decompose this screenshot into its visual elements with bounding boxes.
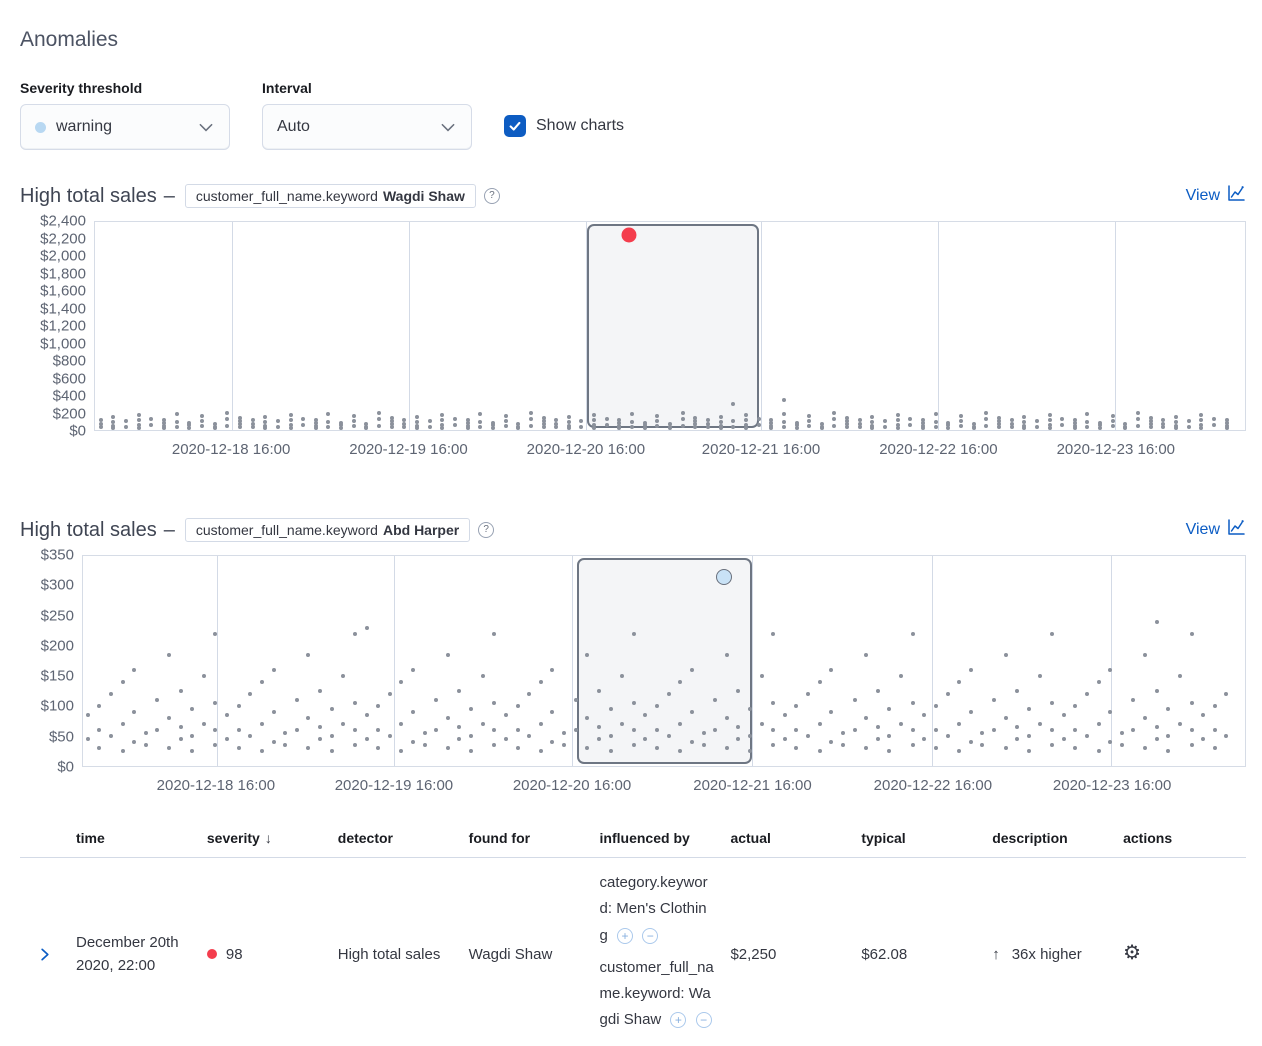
view-series-button[interactable]: View bbox=[1186, 185, 1246, 207]
interval-label: Interval bbox=[262, 80, 472, 96]
column-header-typical[interactable]: typical bbox=[853, 830, 984, 846]
table-row: December 20th 2020, 22:00 98 High total … bbox=[20, 858, 1246, 1046]
view-chart-icon bbox=[1227, 185, 1246, 207]
filter-minus-icon[interactable]: − bbox=[696, 1012, 712, 1028]
view-label: View bbox=[1186, 187, 1220, 205]
entity-badge: customer_full_name.keyword Wagdi Shaw bbox=[185, 184, 476, 208]
sort-desc-icon: ↓ bbox=[265, 830, 272, 846]
show-charts-label: Show charts bbox=[536, 117, 624, 135]
chart-title-separator: – bbox=[164, 185, 175, 208]
severity-threshold-label: Severity threshold bbox=[20, 80, 230, 96]
column-header-severity[interactable]: severity↓ bbox=[199, 830, 330, 846]
anomalies-table: time severity↓ detector found for influe… bbox=[20, 824, 1246, 1046]
severity-threshold-select[interactable]: warning bbox=[20, 104, 230, 150]
chart-title: High total sales bbox=[20, 185, 157, 208]
anomaly-marker-warning[interactable] bbox=[716, 569, 732, 585]
chart-plot-area[interactable] bbox=[94, 221, 1246, 431]
table-header-row: time severity↓ detector found for influe… bbox=[20, 824, 1246, 858]
anomaly-chart-wagdi-shaw: High total sales – customer_full_name.ke… bbox=[20, 184, 1246, 462]
actions-cell: ⚙ bbox=[1115, 943, 1246, 967]
column-header-detector[interactable]: detector bbox=[330, 830, 461, 846]
page-title: Anomalies bbox=[20, 28, 1246, 52]
actual-cell: $2,250 bbox=[722, 944, 853, 967]
view-label: View bbox=[1186, 521, 1220, 539]
chart-title: High total sales bbox=[20, 519, 157, 542]
view-chart-icon bbox=[1227, 519, 1246, 541]
anomaly-marker-critical[interactable] bbox=[621, 228, 636, 243]
x-axis: 2020-12-18 16:002020-12-19 16:002020-12-… bbox=[94, 438, 1246, 462]
entity-field: customer_full_name.keyword bbox=[196, 188, 378, 204]
y-axis: $0$200$400$600$800$1,000$1,200$1,400$1,6… bbox=[20, 221, 94, 431]
chart-plot-area[interactable] bbox=[82, 555, 1246, 767]
description-cell: ↑36x higher bbox=[984, 944, 1115, 967]
chevron-down-icon bbox=[439, 118, 457, 136]
severity-cell: 98 bbox=[199, 944, 330, 967]
column-header-influenced-by[interactable]: influenced by bbox=[592, 830, 723, 846]
severity-threshold-field: Severity threshold warning bbox=[20, 80, 230, 150]
expand-row-button[interactable] bbox=[20, 947, 68, 962]
found-for-cell: Wagdi Shaw bbox=[461, 944, 592, 967]
entity-value: Wagdi Shaw bbox=[383, 188, 465, 204]
column-header-actual[interactable]: actual bbox=[722, 830, 853, 846]
interval-select[interactable]: Auto bbox=[262, 104, 472, 150]
filter-minus-icon[interactable]: − bbox=[642, 928, 658, 944]
show-charts-group: Show charts bbox=[504, 115, 624, 137]
time-cell: December 20th 2020, 22:00 bbox=[68, 932, 199, 977]
column-header-actions: actions bbox=[1115, 830, 1246, 846]
help-icon[interactable]: ? bbox=[484, 188, 500, 204]
filter-plus-icon[interactable]: + bbox=[617, 928, 633, 944]
column-header-time[interactable]: time bbox=[68, 830, 199, 846]
gear-icon[interactable]: ⚙ bbox=[1123, 942, 1141, 964]
interval-field: Interval Auto bbox=[262, 80, 472, 150]
entity-value: Abd Harper bbox=[383, 522, 459, 538]
detector-cell: High total sales bbox=[330, 944, 461, 967]
typical-cell: $62.08 bbox=[853, 944, 984, 967]
expand-column-header bbox=[20, 830, 68, 846]
selected-anomaly-region bbox=[577, 558, 752, 764]
entity-badge: customer_full_name.keyword Abd Harper bbox=[185, 518, 470, 542]
filter-plus-icon[interactable]: + bbox=[670, 1012, 686, 1028]
column-header-description[interactable]: description bbox=[984, 830, 1115, 846]
interval-value: Auto bbox=[277, 118, 310, 136]
view-series-button[interactable]: View bbox=[1186, 519, 1246, 541]
influenced-by-cell: category.keyword: Men's Clothing + − cus… bbox=[592, 870, 723, 1040]
arrow-up-icon: ↑ bbox=[992, 946, 1000, 963]
help-icon[interactable]: ? bbox=[478, 522, 494, 538]
warning-severity-dot-icon bbox=[35, 122, 46, 133]
y-axis: $0$50$100$150$200$250$300$350 bbox=[20, 555, 82, 767]
critical-severity-dot-icon bbox=[207, 949, 217, 959]
controls-bar: Severity threshold warning Interval Auto bbox=[20, 80, 1246, 150]
chevron-down-icon bbox=[197, 118, 215, 136]
x-axis: 2020-12-18 16:002020-12-19 16:002020-12-… bbox=[82, 774, 1246, 798]
entity-field: customer_full_name.keyword bbox=[196, 522, 378, 538]
column-header-found-for[interactable]: found for bbox=[461, 830, 592, 846]
selected-anomaly-region bbox=[587, 224, 758, 428]
chart-title-separator: – bbox=[164, 519, 175, 542]
severity-threshold-value: warning bbox=[56, 118, 112, 136]
anomaly-chart-abd-harper: High total sales – customer_full_name.ke… bbox=[20, 518, 1246, 798]
show-charts-checkbox[interactable] bbox=[504, 115, 526, 137]
